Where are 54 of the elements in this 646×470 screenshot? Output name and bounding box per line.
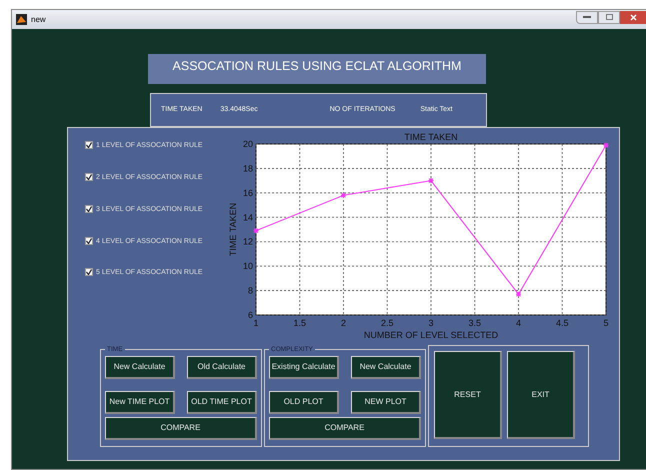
- x-tick-label: 1: [254, 318, 259, 328]
- data-point: [428, 178, 434, 184]
- y-tick-label: 10: [243, 261, 254, 272]
- panel-button[interactable]: RESET: [434, 351, 502, 439]
- data-point: [603, 142, 610, 148]
- x-tick-label: 1.5: [294, 318, 306, 328]
- y-tick-label: 8: [248, 286, 254, 296]
- x-tick-label: 2.5: [381, 318, 394, 328]
- y-tick-label: 12: [243, 236, 254, 247]
- action-button[interactable]: New Calculate: [105, 356, 175, 379]
- checkbox[interactable]: [85, 173, 93, 181]
- check-icon: [86, 269, 92, 275]
- y-tick-label: 14: [243, 212, 254, 222]
- y-tick-label: 16: [243, 188, 254, 198]
- x-tick-label: 3.5: [468, 318, 482, 328]
- y-tick-label: 20: [243, 139, 254, 149]
- action-button[interactable]: OLD TIME PLOT: [187, 390, 257, 414]
- data-point: [516, 291, 522, 298]
- action-button[interactable]: NEW PLOT: [351, 390, 421, 414]
- app-icon: [16, 14, 27, 25]
- panel-button[interactable]: EXIT: [507, 351, 575, 439]
- x-tick-label: 3: [428, 318, 434, 328]
- action-button[interactable]: OLD PLOT: [269, 390, 339, 414]
- checkbox[interactable]: [85, 141, 93, 149]
- x-tick-label: 2: [341, 318, 346, 328]
- action-button[interactable]: New TIME PLOT: [105, 390, 175, 414]
- x-tick-label: 4.5: [556, 318, 569, 328]
- y-tick-label: 18: [243, 163, 254, 174]
- data-point: [253, 228, 260, 234]
- checkbox[interactable]: [85, 205, 93, 213]
- action-button[interactable]: Existing Calculate: [269, 356, 339, 379]
- chart-title: TIME TAKEN: [404, 132, 458, 142]
- check-icon: [86, 174, 92, 180]
- close-icon: [630, 14, 636, 20]
- close-button[interactable]: [620, 10, 646, 24]
- compare-button[interactable]: COMPARE: [269, 416, 421, 440]
- check-icon: [86, 142, 92, 148]
- y-axis-title: TIME TAKEN: [228, 202, 238, 256]
- y-tick-label: 6: [248, 310, 254, 320]
- action-button[interactable]: New Calculate: [351, 356, 421, 379]
- check-icon: [86, 238, 92, 244]
- x-tick-label: 5: [604, 318, 609, 328]
- header-title: ASSOCATION RULES USING ECLAT ALGORITHM: [172, 58, 462, 75]
- x-tick-label: 4: [516, 318, 522, 328]
- data-point: [340, 192, 347, 198]
- check-icon: [86, 206, 92, 212]
- minimize-button[interactable]: [576, 10, 598, 24]
- window-title: new: [31, 14, 46, 26]
- checkbox[interactable]: [85, 268, 93, 276]
- compare-button[interactable]: COMPARE: [105, 416, 257, 440]
- maximize-button[interactable]: [598, 10, 620, 24]
- x-axis-title: NUMBER OF LEVEL SELECTED: [364, 330, 498, 340]
- action-button[interactable]: Old Calculate: [187, 356, 257, 379]
- checkbox[interactable]: [85, 237, 93, 245]
